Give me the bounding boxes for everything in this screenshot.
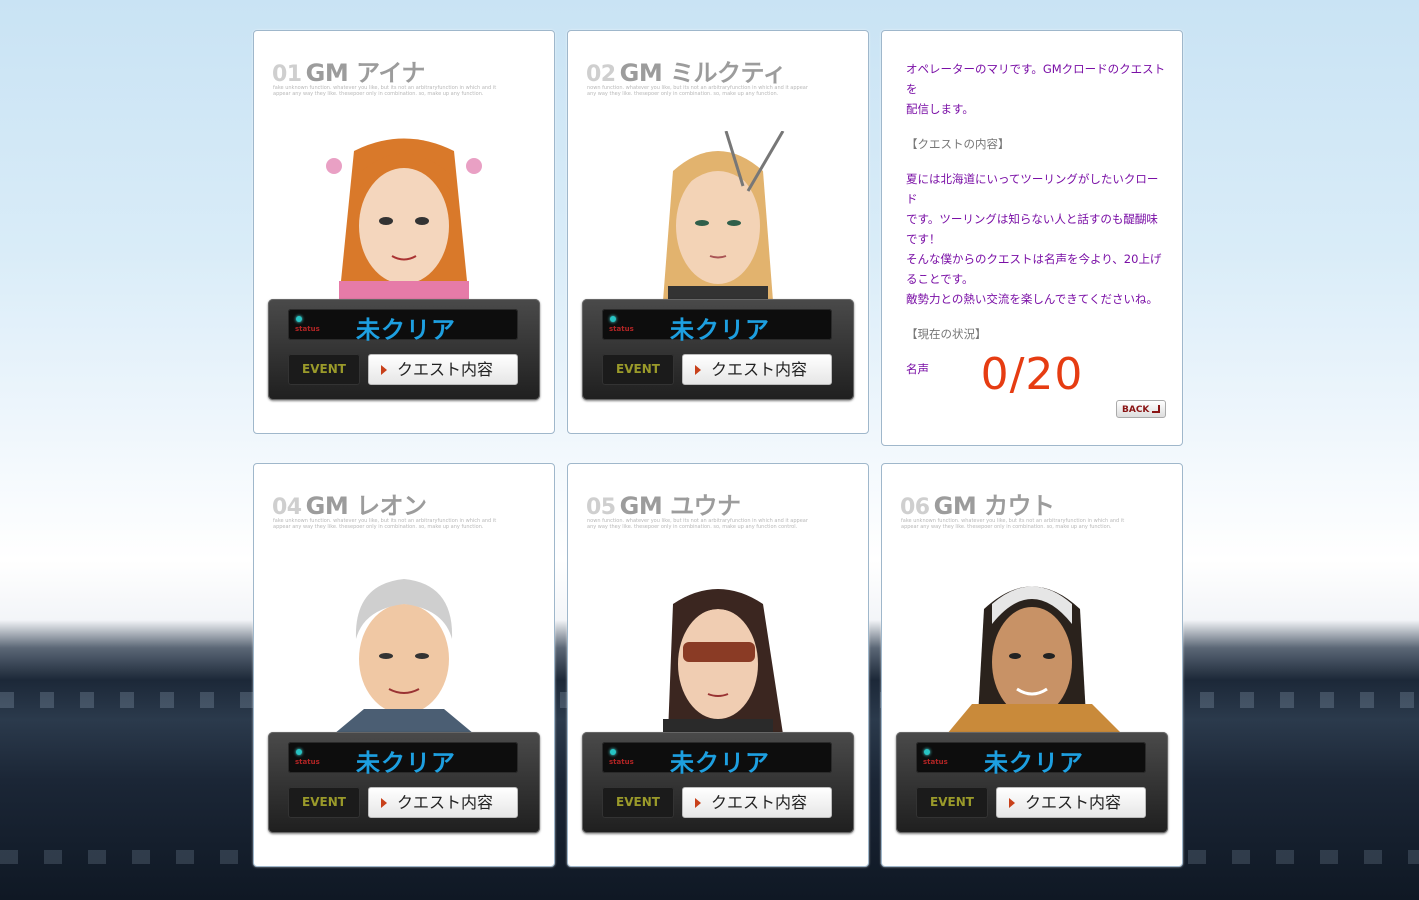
intro-line: オペレーターのマリです。GMクロードのクエストを xyxy=(906,62,1166,96)
arrow-right-icon xyxy=(1009,798,1015,808)
character-portrait xyxy=(608,131,828,301)
status-label: status xyxy=(295,758,320,766)
character-portrait xyxy=(608,564,828,734)
gm-card: 01 GM アイナ fake unknown function. whatever… xyxy=(253,30,555,434)
quest-details-button[interactable]: クエスト内容 xyxy=(996,787,1146,818)
status-panel: status 未クリア EVENT クエスト内容 xyxy=(582,732,854,833)
card-number: 05 xyxy=(586,495,616,520)
event-badge: EVENT xyxy=(288,354,360,385)
status-led-icon xyxy=(610,749,616,755)
status-display: status 未クリア xyxy=(916,742,1146,777)
quest-info-text: オペレーターのマリです。GMクロードのクエストを 配信します。 【クエストの内容… xyxy=(906,59,1166,379)
quest-details-button[interactable]: クエスト内容 xyxy=(368,787,518,818)
status-display: status 未クリア xyxy=(602,309,832,344)
card-title: 04 GM レオン xyxy=(272,486,427,521)
gm-card: 02 GM ミルクティ nown function. whatever you l… xyxy=(567,30,869,434)
body-line: 夏には北海道にいってツーリングがしたいクロード xyxy=(906,172,1159,206)
back-label: BACK xyxy=(1122,405,1150,415)
arrow-down-right-icon xyxy=(1152,405,1160,413)
body-line: です。ツーリングは知らない人と話すのも醍醐味 xyxy=(906,212,1158,226)
arrow-right-icon xyxy=(381,365,387,375)
status-panel: status 未クリア EVENT クエスト内容 xyxy=(896,732,1168,833)
fame-counter: 0/20 xyxy=(980,349,1084,400)
arrow-right-icon xyxy=(381,798,387,808)
card-title: 02 GM ミルクティ xyxy=(586,53,787,88)
gm-card: 04 GM レオン fake unknown function. whatever… xyxy=(253,463,555,867)
card-name: GM ミルクティ xyxy=(619,59,787,87)
card-name: GM ユウナ xyxy=(619,492,741,520)
gm-card: 06 GM カウト fake unknown function. whatever… xyxy=(881,463,1183,867)
status-display: status 未クリア xyxy=(288,309,518,344)
body-line: 敵勢力との熱い交流を楽しんできてくださいね。 xyxy=(906,292,1158,306)
status-led-icon xyxy=(296,749,302,755)
character-portrait xyxy=(294,131,514,301)
card-number: 06 xyxy=(900,495,930,520)
card-title: 06 GM カウト xyxy=(900,486,1055,521)
character-portrait xyxy=(922,564,1142,734)
card-name: GM カウト xyxy=(933,492,1055,520)
status-label: status xyxy=(295,325,320,333)
arrow-right-icon xyxy=(695,798,701,808)
status-label: status xyxy=(923,758,948,766)
card-description: nown function. whatever you like, but it… xyxy=(587,518,808,530)
section-heading: 【クエストの内容】 xyxy=(906,137,1010,151)
status-panel: status 未クリア EVENT クエスト内容 xyxy=(582,299,854,400)
status-display: status 未クリア xyxy=(602,742,832,777)
status-led-icon xyxy=(610,316,616,322)
quest-details-label: クエスト内容 xyxy=(711,793,808,812)
status-value: 未クリア xyxy=(670,749,770,777)
arrow-right-icon xyxy=(695,365,701,375)
card-description: fake unknown function. whatever you like… xyxy=(901,518,1125,530)
card-title: 01 GM アイナ xyxy=(272,53,425,88)
status-panel: status 未クリア EVENT クエスト内容 xyxy=(268,299,540,400)
card-description: fake unknown function. whatever you like… xyxy=(273,518,497,530)
status-label: status xyxy=(609,325,634,333)
status-led-icon xyxy=(924,749,930,755)
card-title: 05 GM ユウナ xyxy=(586,486,741,521)
card-description: nown function. whatever you like, but it… xyxy=(587,85,808,97)
quest-info-card: オペレーターのマリです。GMクロードのクエストを 配信します。 【クエストの内容… xyxy=(881,30,1183,446)
status-value: 未クリア xyxy=(356,749,456,777)
card-number: 01 xyxy=(272,62,302,87)
status-value: 未クリア xyxy=(356,316,456,344)
card-description: fake unknown function. whatever you like… xyxy=(273,85,497,97)
status-led-icon xyxy=(296,316,302,322)
section-heading: 【現在の状況】 xyxy=(906,327,987,341)
status-panel: status 未クリア EVENT クエスト内容 xyxy=(268,732,540,833)
event-badge: EVENT xyxy=(288,787,360,818)
status-display: status 未クリア xyxy=(288,742,518,777)
status-value: 未クリア xyxy=(984,749,1084,777)
status-value: 未クリア xyxy=(670,316,770,344)
gm-card: 05 GM ユウナ nown function. whatever you lik… xyxy=(567,463,869,867)
body-line: ることです。 xyxy=(906,272,974,286)
character-portrait xyxy=(294,564,514,734)
quest-details-label: クエスト内容 xyxy=(397,360,494,379)
quest-details-label: クエスト内容 xyxy=(711,360,808,379)
intro-line: 配信します。 xyxy=(906,102,974,116)
card-number: 04 xyxy=(272,495,302,520)
event-badge: EVENT xyxy=(916,787,988,818)
quest-details-button[interactable]: クエスト内容 xyxy=(368,354,518,385)
card-name: GM レオン xyxy=(305,492,427,520)
quest-details-button[interactable]: クエスト内容 xyxy=(682,787,832,818)
body-line: です！ xyxy=(906,232,941,246)
card-number: 02 xyxy=(586,62,616,87)
event-badge: EVENT xyxy=(602,354,674,385)
card-name: GM アイナ xyxy=(305,59,426,87)
body-line: そんな僕からのクエストは名声を今より、20上げ xyxy=(906,252,1162,266)
quest-details-button[interactable]: クエスト内容 xyxy=(682,354,832,385)
quest-details-label: クエスト内容 xyxy=(397,793,494,812)
event-badge: EVENT xyxy=(602,787,674,818)
quest-details-label: クエスト内容 xyxy=(1025,793,1122,812)
back-button[interactable]: BACK xyxy=(1116,400,1166,418)
status-label: status xyxy=(609,758,634,766)
